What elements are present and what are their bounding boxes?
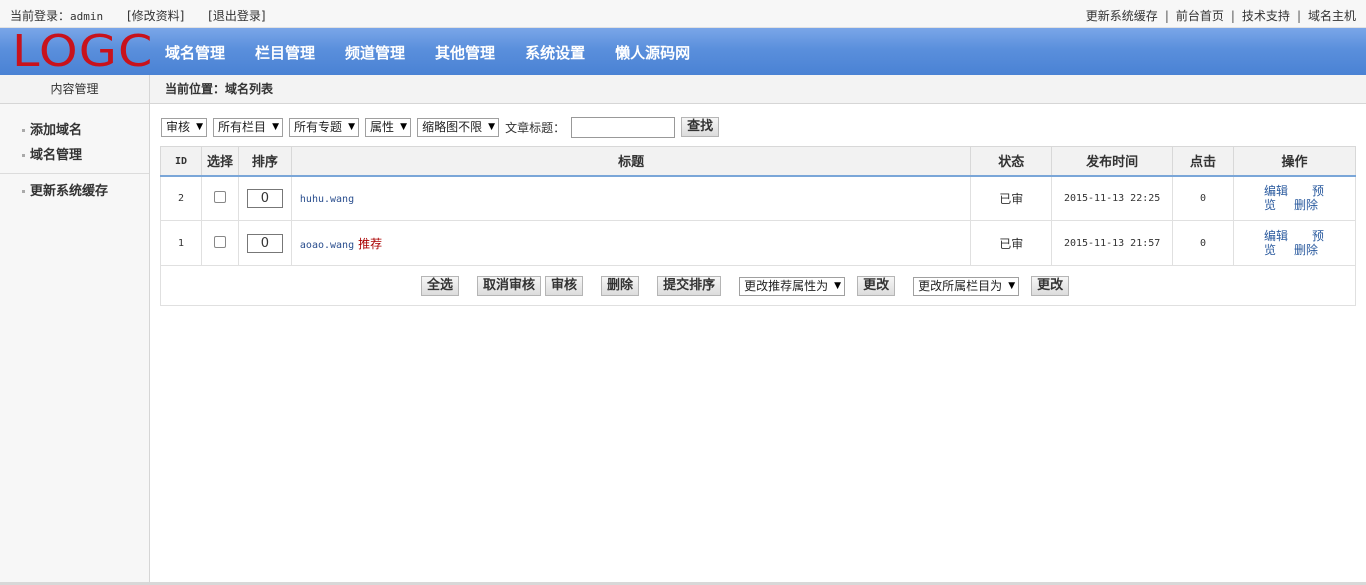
nav-lazy-source[interactable]: 懒人源码网	[600, 28, 705, 75]
row-publish-time: 2015-11-13 22:25	[1051, 175, 1174, 221]
col-publish-time: 发布时间	[1051, 146, 1174, 177]
row-status: 已审	[970, 175, 1053, 221]
sidebar-item-domain-management[interactable]: 域名管理	[0, 143, 149, 168]
col-select: 选择	[200, 146, 239, 177]
submit-sort-button[interactable]: 提交排序	[657, 276, 722, 296]
action-bar: 全选 取消审核 审核 删除 提交排序 更改推荐属性为 更改 更改所属栏目为 更改	[421, 275, 1087, 297]
table-row: 1 0 aoao.wang 推荐 已审 2015-11-13 21:57 0 编辑…	[160, 220, 1356, 266]
col-clicks: 点击	[1172, 146, 1234, 177]
approve-button[interactable]: 审核	[545, 276, 584, 296]
row-checkbox[interactable]	[213, 190, 226, 203]
filter-topic-select[interactable]: 所有专题	[289, 117, 360, 137]
title-search-label: 文章标题：	[505, 120, 566, 135]
row-title-link[interactable]: huhu.wang	[300, 194, 354, 205]
col-id: ID	[160, 146, 202, 177]
update-cache-link[interactable]: 更新系统缓存	[1086, 9, 1158, 23]
top-bar: 当前登录：admin [修改资料] [退出登录] 更新系统缓存 | 前台首页 | 技术支…	[0, 0, 1366, 28]
preview-link-cont[interactable]: 览	[1264, 198, 1276, 212]
preview-link[interactable]: 预	[1312, 229, 1324, 243]
filter-attribute-select[interactable]: 属性	[365, 117, 412, 137]
row-badge: 推荐	[358, 236, 383, 251]
filter-bar: 审核 所有栏目 所有专题 属性 缩略图不限 文章标题： 查找	[161, 116, 720, 138]
domain-host-link[interactable]: 域名主机	[1308, 9, 1356, 23]
tech-support-link[interactable]: 技术支持	[1242, 9, 1290, 23]
row-sort-input[interactable]: 0	[246, 188, 283, 208]
col-operations: 操作	[1233, 146, 1356, 177]
login-info: 当前登录：admin [修改资料] [退出登录]	[10, 7, 286, 24]
col-sort: 排序	[237, 146, 292, 177]
nav-domain-management[interactable]: 域名管理	[150, 28, 240, 75]
delete-link[interactable]: 删除	[1294, 198, 1318, 212]
frontend-home-link[interactable]: 前台首页	[1176, 9, 1224, 23]
table-header-row: ID 选择 排序 标题 状态 发布时间 点击 操作	[160, 146, 1356, 177]
current-user: admin	[70, 10, 104, 23]
delete-button[interactable]: 删除	[601, 276, 640, 296]
sidebar-item-update-cache[interactable]: 更新系统缓存	[0, 179, 149, 204]
nav-channel-management[interactable]: 频道管理	[330, 28, 420, 75]
sub-header: 内容管理 当前位置：域名列表	[0, 75, 1366, 104]
filter-status-select[interactable]: 审核	[161, 117, 208, 137]
login-label: 当前登录：admin	[10, 9, 104, 23]
edit-profile-link[interactable]: [修改资料]	[127, 9, 184, 23]
sidebar-item-add-domain[interactable]: 添加域名	[0, 118, 149, 143]
row-clicks: 0	[1172, 220, 1234, 266]
col-title: 标题	[290, 146, 972, 177]
row-publish-time: 2015-11-13 21:57	[1051, 220, 1174, 266]
row-status: 已审	[970, 220, 1053, 266]
row-checkbox[interactable]	[213, 235, 226, 248]
row-sort-input[interactable]: 0	[246, 233, 283, 253]
sidebar-divider	[0, 173, 149, 174]
breadcrumb: 当前位置：域名列表	[165, 82, 274, 96]
recommend-attribute-select[interactable]: 更改推荐属性为	[739, 276, 846, 296]
filter-column-select[interactable]: 所有栏目	[213, 117, 284, 137]
delete-link[interactable]: 删除	[1294, 243, 1318, 257]
table-row: 2 0 huhu.wang 已审 2015-11-13 22:25 0 编辑 预 …	[160, 175, 1356, 221]
nav-column-management[interactable]: 栏目管理	[240, 28, 330, 75]
search-button[interactable]: 查找	[681, 117, 720, 137]
nav-other-management[interactable]: 其他管理	[420, 28, 510, 75]
main-nav: 域名管理 栏目管理 频道管理 其他管理 系统设置 懒人源码网	[150, 28, 705, 75]
row-id: 1	[160, 220, 202, 266]
logout-link[interactable]: [退出登录]	[208, 9, 265, 23]
edit-link[interactable]: 编辑	[1264, 229, 1288, 243]
edit-link[interactable]: 编辑	[1264, 184, 1288, 198]
nav-system-settings[interactable]: 系统设置	[510, 28, 600, 75]
sidebar-menu: 添加域名 域名管理 更新系统缓存	[0, 104, 149, 204]
sidebar-title: 内容管理	[0, 75, 150, 104]
logo: LOGC	[12, 26, 154, 77]
row-title-link[interactable]: aoao.wang	[300, 240, 354, 251]
row-id: 2	[160, 175, 202, 221]
col-status: 状态	[970, 146, 1053, 177]
unapprove-button[interactable]: 取消审核	[477, 276, 542, 296]
preview-link-cont[interactable]: 览	[1264, 243, 1276, 257]
row-operations: 编辑 预 览 删除	[1233, 175, 1356, 221]
filter-thumbnail-select[interactable]: 缩略图不限	[417, 117, 500, 137]
preview-link[interactable]: 预	[1312, 184, 1324, 198]
change-category-button[interactable]: 更改	[1031, 276, 1070, 296]
top-links: 更新系统缓存 | 前台首页 | 技术支持 | 域名主机	[1085, 9, 1356, 23]
sidebar: 添加域名 域名管理 更新系统缓存	[0, 104, 150, 582]
title-search-input[interactable]	[571, 116, 676, 138]
row-operations: 编辑 预 览 删除	[1233, 220, 1356, 266]
row-clicks: 0	[1172, 175, 1234, 221]
select-all-button[interactable]: 全选	[421, 276, 460, 296]
category-select[interactable]: 更改所属栏目为	[913, 276, 1020, 296]
change-recommend-button[interactable]: 更改	[857, 276, 896, 296]
header: LOGC 域名管理 栏目管理 频道管理 其他管理 系统设置 懒人源码网	[0, 28, 1366, 75]
